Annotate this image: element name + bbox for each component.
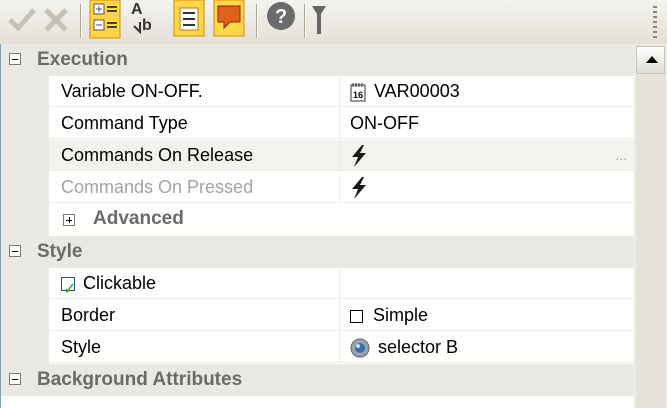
svg-text:16: 16 <box>353 90 363 100</box>
property-value[interactable]: Simple <box>340 300 635 331</box>
property-row-border[interactable]: Border Simple <box>1 300 635 332</box>
collapse-icon[interactable] <box>9 373 21 385</box>
filter-icon[interactable] <box>310 0 330 42</box>
property-row-variable[interactable]: Variable ON-OFF. 16 VAR00003 <box>1 76 635 108</box>
toolbar-separator <box>80 4 82 38</box>
vertical-scrollbar[interactable] <box>634 44 667 408</box>
selector-knob-icon <box>350 338 370 358</box>
property-name: Style <box>49 332 340 363</box>
property-name: Variable ON-OFF. <box>49 76 340 107</box>
categorized-icon[interactable] <box>88 0 122 42</box>
property-value[interactable] <box>340 172 635 203</box>
category-execution[interactable]: Execution <box>1 44 635 76</box>
apply-icon[interactable] <box>6 0 38 42</box>
property-row-commands-pressed[interactable]: Commands On Pressed <box>1 172 635 204</box>
alphabetical-icon[interactable]: A b <box>128 0 162 42</box>
property-name: Border <box>49 300 340 331</box>
property-name: Command Type <box>49 108 340 139</box>
comments-icon[interactable] <box>212 0 246 42</box>
property-value[interactable]: 16 VAR00003 <box>340 76 635 107</box>
property-row-style[interactable]: Style selector B <box>1 332 635 364</box>
property-name: Commands On Pressed <box>49 172 340 203</box>
category-style[interactable]: Style <box>1 236 635 268</box>
expand-icon[interactable] <box>63 214 75 226</box>
svg-text:?: ? <box>275 6 287 28</box>
clickable-label: Clickable <box>83 273 157 293</box>
property-pages-icon[interactable] <box>172 0 206 42</box>
scroll-up-arrow-icon[interactable] <box>636 46 665 74</box>
property-row-clickable[interactable]: Clickable <box>1 268 635 305</box>
variable-value: VAR00003 <box>374 81 460 101</box>
border-swatch-icon <box>350 309 363 323</box>
toolbar-separator <box>304 4 306 38</box>
clickable-checkbox[interactable] <box>61 274 76 305</box>
lightning-icon <box>352 177 366 200</box>
property-value[interactable]: ... <box>340 140 635 171</box>
category-label: Background Attributes <box>37 369 243 390</box>
border-value: Simple <box>373 305 429 325</box>
ellipsis-button[interactable]: ... <box>615 140 627 171</box>
category-background-attributes[interactable]: Background Attributes <box>1 364 635 396</box>
property-row-command-type[interactable]: Command Type ON-OFF <box>1 108 635 140</box>
property-grid: Execution Variable ON-OFF. 16 VAR00003 C… <box>0 44 635 408</box>
property-name: Commands On Release <box>49 140 340 171</box>
svg-text:b: b <box>142 17 152 34</box>
property-row-commands-release[interactable]: Commands On Release ... <box>1 140 635 172</box>
style-value: selector B <box>378 337 459 357</box>
subcategory-advanced[interactable]: Advanced <box>1 204 635 236</box>
subcategory-label: Advanced <box>93 208 184 229</box>
variable-icon: 16 <box>350 83 366 102</box>
toolbar-grip[interactable] <box>653 6 657 40</box>
collapse-icon[interactable] <box>9 53 21 65</box>
collapse-icon[interactable] <box>9 245 21 257</box>
property-toolbar: A b ? <box>0 0 667 45</box>
property-value[interactable] <box>340 268 635 299</box>
scroll-thumb[interactable] <box>636 74 665 408</box>
cancel-icon[interactable] <box>40 0 72 42</box>
property-value[interactable]: selector B <box>340 332 635 363</box>
toolbar-separator <box>256 4 258 38</box>
category-label: Execution <box>37 49 128 70</box>
property-value[interactable]: ON-OFF <box>340 108 635 139</box>
property-name: Clickable <box>49 268 340 305</box>
lightning-icon <box>352 145 366 168</box>
svg-text:A: A <box>131 1 143 18</box>
help-icon[interactable]: ? <box>264 0 298 42</box>
category-label: Style <box>37 241 83 262</box>
